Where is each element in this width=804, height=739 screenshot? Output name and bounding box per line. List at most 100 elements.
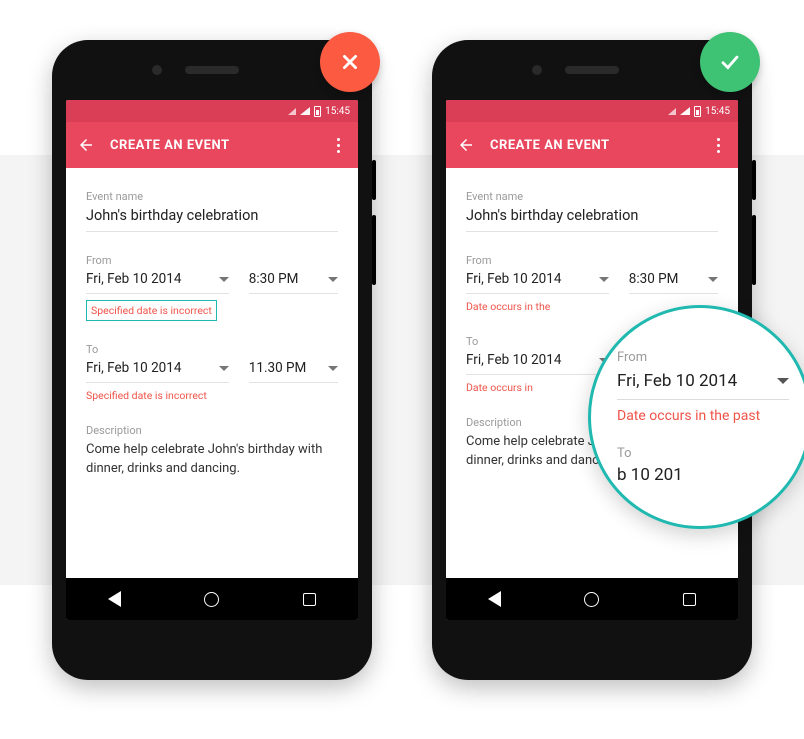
description-label: Description: [86, 424, 338, 437]
status-bar: 15:45: [446, 100, 738, 122]
status-time: 15:45: [325, 106, 350, 117]
to-date-dropdown[interactable]: Fri, Feb 10 2014: [86, 360, 229, 383]
from-date-value: Fri, Feb 10 2014: [466, 271, 561, 287]
phone-bad-example: 15:45 CREATE AN EVENT Event name John's …: [52, 40, 372, 680]
badge-incorrect: [320, 32, 380, 92]
dot-icon: [717, 144, 720, 147]
event-name-field[interactable]: John's birthday celebration: [466, 207, 718, 232]
from-time-dropdown[interactable]: 8:30 PM: [249, 271, 338, 294]
battery-icon: [694, 106, 701, 117]
from-time-value: 8:30 PM: [249, 271, 299, 287]
badge-correct: [700, 32, 760, 92]
chevron-down-icon: [328, 366, 338, 371]
dot-icon: [717, 150, 720, 153]
chevron-down-icon: [777, 378, 789, 384]
error-highlight-box: Specified date is incorrect: [86, 300, 217, 321]
triangle-back-icon: [488, 591, 501, 607]
cross-icon: [336, 48, 364, 76]
from-section: From Fri, Feb 10 2014 8:30 PM Date o: [466, 254, 718, 313]
magnifier-to-label: To: [617, 446, 789, 461]
back-button[interactable]: [456, 135, 476, 155]
form-content: Event name John's birthday celebration F…: [66, 168, 358, 578]
to-date-dropdown[interactable]: Fri, Feb 10 2014: [466, 352, 609, 375]
nav-home-button[interactable]: [583, 590, 601, 608]
magnifier-to-date-partial: b 10 201: [617, 465, 789, 485]
dot-icon: [337, 150, 340, 153]
wifi-icon: [680, 107, 690, 115]
from-error-text: Specified date is incorrect: [91, 304, 212, 317]
dot-icon: [337, 138, 340, 141]
chevron-down-icon: [708, 277, 718, 282]
magnifier-from-label: From: [617, 350, 789, 365]
signal-icon: [668, 108, 676, 115]
from-date-dropdown[interactable]: Fri, Feb 10 2014: [86, 271, 229, 294]
nav-back-button[interactable]: [486, 590, 504, 608]
chevron-down-icon: [219, 366, 229, 371]
phone-side-button: [372, 160, 376, 200]
android-nav-bar: [66, 578, 358, 620]
nav-recents-button[interactable]: [680, 590, 698, 608]
phone-screen: 15:45 CREATE AN EVENT Event name John's …: [66, 100, 358, 620]
arrow-left-icon: [457, 136, 475, 154]
arrow-left-icon: [77, 136, 95, 154]
overflow-menu-button[interactable]: [708, 135, 728, 155]
appbar-title: CREATE AN EVENT: [110, 138, 328, 153]
phone-side-button: [752, 160, 756, 200]
back-button[interactable]: [76, 135, 96, 155]
to-label: To: [86, 343, 338, 356]
event-name-field[interactable]: John's birthday celebration: [86, 207, 338, 232]
from-date-dropdown[interactable]: Fri, Feb 10 2014: [466, 271, 609, 294]
from-label: From: [86, 254, 338, 267]
phone-frame: 15:45 CREATE AN EVENT Event name John's …: [52, 40, 372, 680]
to-time-dropdown[interactable]: 11.30 PM: [249, 360, 338, 383]
status-time: 15:45: [705, 106, 730, 117]
to-time-value: 11.30 PM: [249, 360, 307, 376]
triangle-back-icon: [108, 591, 121, 607]
android-nav-bar: [446, 578, 738, 620]
magnifier-from-dropdown[interactable]: Fri, Feb 10 2014: [617, 371, 789, 400]
circle-home-icon: [204, 592, 219, 607]
from-label: From: [466, 254, 718, 267]
to-date-value: Fri, Feb 10 2014: [86, 360, 181, 376]
from-time-dropdown[interactable]: 8:30 PM: [629, 271, 718, 294]
signal-icon: [288, 108, 296, 115]
event-name-section: Event name John's birthday celebration: [466, 190, 718, 232]
magnifier-error-text: Date occurs in the past: [617, 408, 789, 424]
circle-home-icon: [584, 592, 599, 607]
overflow-menu-button[interactable]: [328, 135, 348, 155]
from-date-value: Fri, Feb 10 2014: [86, 271, 181, 287]
chevron-down-icon: [219, 277, 229, 282]
nav-home-button[interactable]: [203, 590, 221, 608]
from-time-value: 8:30 PM: [629, 271, 679, 287]
phone-side-button: [372, 215, 376, 285]
magnifier-from-date: Fri, Feb 10 2014: [617, 371, 737, 391]
app-bar: CREATE AN EVENT: [66, 122, 358, 168]
to-date-value: Fri, Feb 10 2014: [466, 352, 561, 368]
check-icon: [716, 48, 744, 76]
magnifier-callout: From Fri, Feb 10 2014 Date occurs in the…: [588, 305, 804, 529]
phone-side-button: [752, 215, 756, 285]
wifi-icon: [300, 107, 310, 115]
comparison-stage: 15:45 CREATE AN EVENT Event name John's …: [0, 0, 804, 680]
to-error-text: Specified date is incorrect: [86, 389, 338, 402]
square-recents-icon: [303, 593, 316, 606]
nav-back-button[interactable]: [106, 590, 124, 608]
nav-recents-button[interactable]: [300, 590, 318, 608]
dot-icon: [717, 138, 720, 141]
event-name-label: Event name: [86, 190, 338, 203]
from-section: From Fri, Feb 10 2014 8:30 PM: [86, 254, 338, 321]
to-section: To Fri, Feb 10 2014 11.30 PM Specifi: [86, 343, 338, 402]
app-bar: CREATE AN EVENT: [446, 122, 738, 168]
dot-icon: [337, 144, 340, 147]
status-bar: 15:45: [66, 100, 358, 122]
chevron-down-icon: [599, 277, 609, 282]
description-field[interactable]: Come help celebrate John's birthday with…: [86, 441, 338, 479]
battery-icon: [314, 106, 321, 117]
event-name-section: Event name John's birthday celebration: [86, 190, 338, 232]
description-section: Description Come help celebrate John's b…: [86, 424, 338, 479]
chevron-down-icon: [328, 277, 338, 282]
square-recents-icon: [683, 593, 696, 606]
phone-good-example: 15:45 CREATE AN EVENT Event name John's …: [432, 40, 752, 680]
event-name-label: Event name: [466, 190, 718, 203]
appbar-title: CREATE AN EVENT: [490, 138, 708, 153]
